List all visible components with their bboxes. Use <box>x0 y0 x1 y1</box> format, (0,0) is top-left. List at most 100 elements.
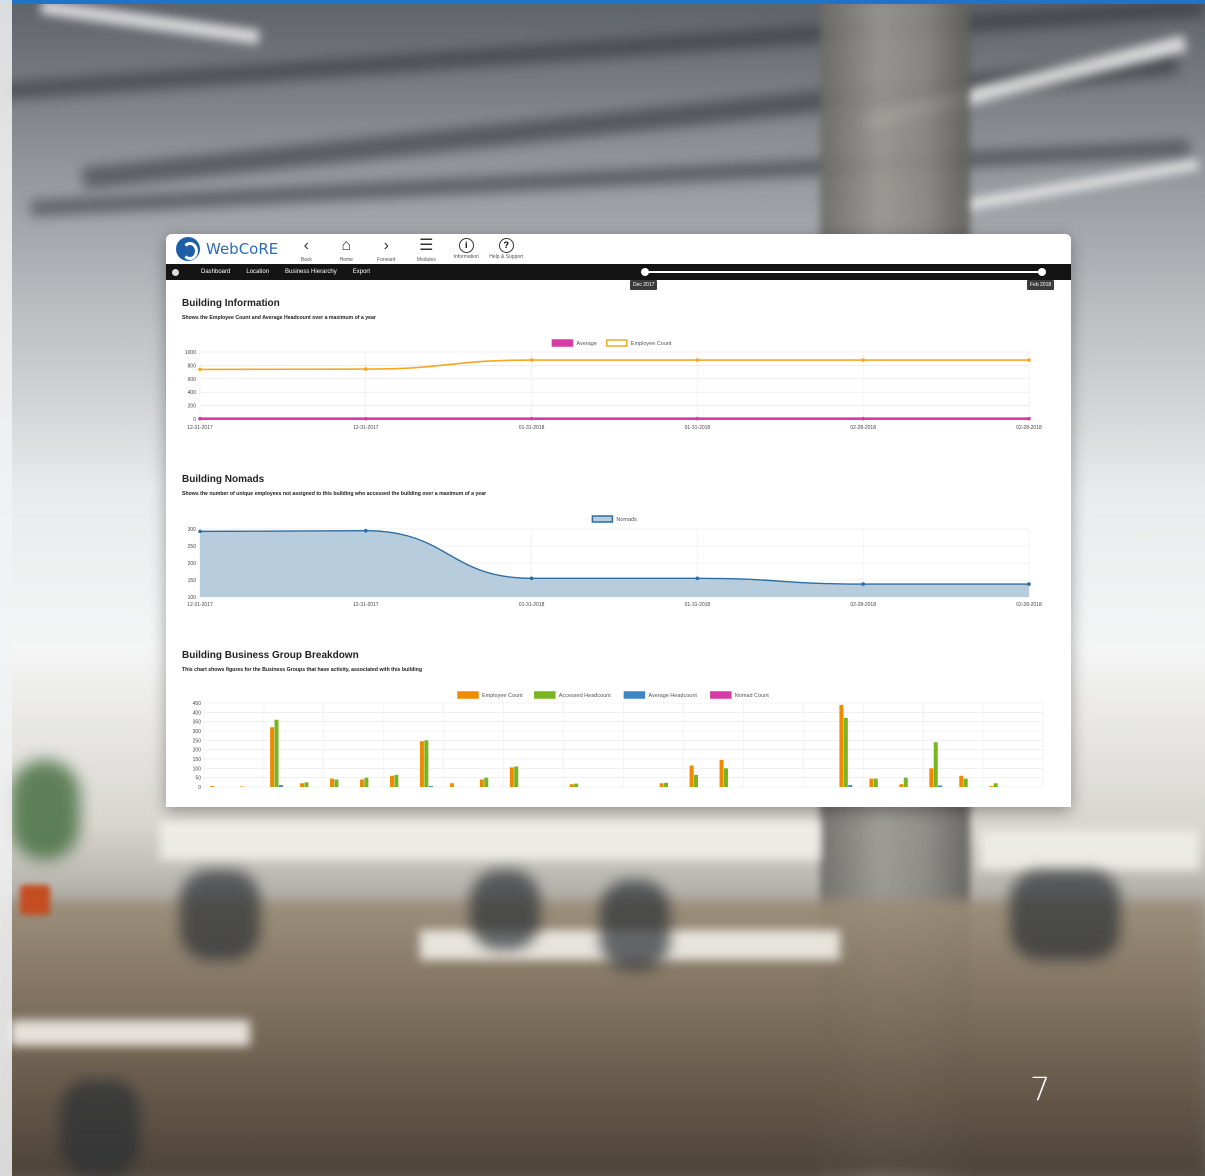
x-tick-label: 01-31-2018 <box>519 425 545 431</box>
date-range-slider[interactable] <box>641 268 1046 276</box>
data-point <box>861 358 865 362</box>
bar <box>873 778 878 787</box>
y-tick-label: 200 <box>193 748 202 754</box>
x-tick-label: 02-28-2018 <box>1016 602 1042 608</box>
y-tick-label: 600 <box>188 377 197 383</box>
bar <box>278 785 283 787</box>
bar <box>938 785 943 787</box>
back-button[interactable]: ‹ Back <box>288 236 324 263</box>
data-point <box>1027 358 1031 362</box>
legend-label: Accessed Headcount <box>559 693 611 699</box>
date-range-end-handle[interactable] <box>1038 268 1046 276</box>
y-tick-label: 800 <box>188 363 197 369</box>
bar <box>419 741 424 787</box>
date-range-start-handle[interactable] <box>641 268 649 276</box>
y-tick-label: 150 <box>193 757 202 763</box>
data-point <box>861 582 865 586</box>
slide-page-number: 7 <box>1030 1070 1051 1108</box>
section-title: Building Information <box>182 298 280 309</box>
data-point <box>695 358 700 362</box>
information-button[interactable]: i Information <box>448 236 484 263</box>
bar <box>364 777 369 787</box>
globe-icon[interactable] <box>172 268 179 276</box>
building-nomads-chart: 100 150 200 250 300 12-31-2017 12-31-2017 01-31… <box>187 515 1042 608</box>
x-tick-label: 01-31-2018 <box>519 602 545 608</box>
bar <box>428 786 433 787</box>
forward-button[interactable]: › Forward <box>368 236 404 263</box>
bar <box>899 784 904 787</box>
x-tick-label: 02-28-2018 <box>850 602 876 608</box>
section-description: This chart shows figures for the Busines… <box>182 667 423 673</box>
bar <box>848 785 853 787</box>
bar <box>484 777 489 787</box>
help-button[interactable]: ? Help & Support <box>488 236 524 263</box>
y-tick-label: 450 <box>193 701 202 707</box>
toolbar: ‹ Back ⌂ Home › Forward ☰ Modules i Information? H… <box>286 236 526 263</box>
menu-business-hierarchy[interactable]: Business Hierarchy <box>285 269 337 275</box>
y-tick-label: 400 <box>193 710 202 716</box>
webcore-window: WebCoRE ‹ Back ⌂ Home › Forward ☰ Modules i Infor… <box>166 234 1071 807</box>
legend-swatch <box>534 691 556 699</box>
bar <box>210 786 215 787</box>
section-description: Shows the Employee Count and Average Hea… <box>182 315 376 321</box>
bar <box>689 765 694 787</box>
legend-label: Employee Count <box>482 693 523 699</box>
menu-icon: ☰ <box>419 236 434 254</box>
bar <box>574 783 579 787</box>
legend-label: Employee Count <box>631 341 672 347</box>
bar <box>569 784 574 787</box>
data-point <box>198 529 202 534</box>
information-label: Information <box>453 253 479 260</box>
bar <box>659 783 664 787</box>
x-tick-label: 02-28-2018 <box>850 425 876 431</box>
chevron-right-icon: › <box>383 236 389 254</box>
legend-label: Average Headcount <box>648 693 697 699</box>
x-tick-label: 12-31-2017 <box>187 425 213 431</box>
section-description: Shows the number of unique employees not… <box>182 491 487 497</box>
data-point <box>364 528 368 533</box>
y-tick-label: 200 <box>188 561 197 567</box>
help-icon: ? <box>498 237 514 253</box>
bar <box>903 777 908 787</box>
x-tick-label: 01-31-2018 <box>685 425 711 431</box>
webcore-logo-icon <box>176 237 200 261</box>
menu-dashboard[interactable]: Dashboard <box>201 269 230 275</box>
bar <box>694 774 699 787</box>
y-tick-label: 100 <box>188 595 197 601</box>
modules-button[interactable]: ☰ Modules <box>408 236 444 263</box>
bar <box>869 778 874 787</box>
business-group-section: Building Business Group Breakdown This c… <box>182 650 1055 673</box>
data-point <box>364 367 368 371</box>
bar <box>993 783 998 787</box>
data-point <box>695 416 700 421</box>
bar <box>723 768 728 787</box>
building-information-chart: 0 200 400 600 800 1000 12-31-2017 12-31-2017 01-… <box>185 339 1042 431</box>
menu-location[interactable]: Location <box>246 269 269 275</box>
bar <box>240 786 245 787</box>
building-nomads-section: Building Nomads Shows the number of uniq… <box>182 474 1055 497</box>
bar <box>449 783 454 787</box>
x-tick-label: 01-31-2018 <box>685 602 711 608</box>
legend-swatch <box>551 339 574 347</box>
y-tick-label: 0 <box>198 785 201 791</box>
data-point <box>1027 582 1031 586</box>
webcore-logo[interactable]: WebCoRE <box>176 237 278 261</box>
y-tick-label: 300 <box>188 527 197 533</box>
series-area <box>200 530 1029 597</box>
legend-label: Average <box>576 341 596 347</box>
data-point <box>198 367 202 372</box>
menu-export[interactable]: Export <box>353 269 370 275</box>
bar <box>304 782 309 787</box>
bar <box>389 775 394 787</box>
bar <box>839 704 844 787</box>
x-tick-label: 12-31-2017 <box>353 602 379 608</box>
x-tick-label: 02-28-2018 <box>1016 425 1042 431</box>
y-tick-label: 250 <box>193 738 202 744</box>
modules-label: Modules <box>416 256 436 263</box>
data-point <box>1027 416 1031 421</box>
app-header: WebCoRE ‹ Back ⌂ Home › Forward ☰ Modules i Infor… <box>166 234 1071 264</box>
y-tick-label: 200 <box>188 404 197 410</box>
home-icon: ⌂ <box>341 236 352 254</box>
home-button[interactable]: ⌂ Home <box>328 236 364 263</box>
data-point <box>861 416 865 421</box>
